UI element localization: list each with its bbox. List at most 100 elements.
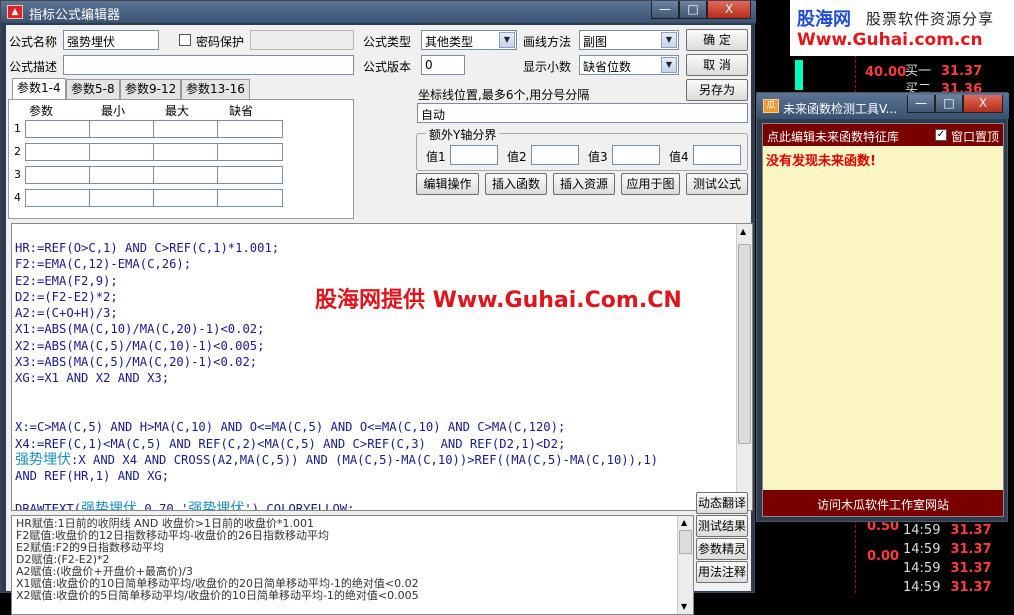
code-line[interactable]: AND REF(HR,1) AND XG; [15,468,658,484]
watermark-url: Www.Guhai.com.cn [797,30,983,50]
param-default-input[interactable] [217,166,283,184]
dynamic-translate-button[interactable]: 动态翻译 [696,492,748,514]
scroll-up-icon[interactable]: ▲ [681,518,687,527]
insert-resource-button[interactable]: 插入资源 [553,173,615,195]
param-row-number: 4 [14,191,21,204]
code-line[interactable] [15,387,658,403]
password-input[interactable] [250,30,354,50]
param-default-input[interactable] [217,120,283,138]
detector-maximize-button[interactable]: □ [935,95,963,113]
apply-to-chart-button[interactable]: 应用于图 [621,173,680,195]
extra-value-label-2: 值2 [507,150,527,164]
edit-operation-button[interactable]: 编辑操作 [416,173,479,195]
code-line[interactable]: F2:=EMA(C,12)-EMA(C,26); [15,256,658,272]
formula-code-editor[interactable]: HR:=REF(O>C,1) AND C>REF(C,1)*1.001; F2:=… [11,223,753,511]
password-label: 密码保护 [196,35,245,49]
formula-version-input[interactable]: 0 [421,55,465,75]
translation-scrollbar[interactable]: ▲ ▼ [677,516,693,614]
tab-params-5-8[interactable]: 参数5-8 [66,79,120,99]
param-min-input[interactable] [89,143,155,161]
param-header-name: 参数 [29,104,54,118]
formula-desc-input[interactable] [63,55,354,75]
scroll-thumb[interactable] [679,530,692,554]
extra-value-input-1[interactable] [450,145,498,165]
param-max-input[interactable] [153,166,219,184]
editor-scrollbar[interactable]: ▲ ▼ [736,224,752,510]
param-min-input[interactable] [89,189,155,207]
quote-row: 0.00 [867,549,899,564]
insert-function-button[interactable]: 插入函数 [485,173,547,195]
param-min-input[interactable] [89,120,155,138]
close-button[interactable]: X [707,1,751,19]
save-as-button[interactable]: 另存为 [686,79,748,101]
code-line[interactable]: X1:=ABS(MA(C,10)/MA(C,20)-1)<0.02; [15,321,658,337]
translation-text: HR赋值:1日前的收阴线 AND 收盘价>1日前的收盘价*1.001 F2赋值:收… [16,518,419,602]
param-header-min: 最小 [101,104,126,118]
code-line[interactable] [15,403,658,419]
param-default-input[interactable] [217,189,283,207]
code-segment: 强势埋伏 [15,451,71,468]
param-name-input[interactable] [25,120,91,138]
usage-notes-button[interactable]: 用法注释 [696,561,748,583]
cancel-button[interactable]: 取 消 [686,54,748,76]
code-line[interactable]: 强势埋伏:X AND X4 AND CROSS(A2,MA(C,5)) AND … [15,452,658,468]
param-default-input[interactable] [217,143,283,161]
formula-name-input[interactable]: 强势埋伏 [63,30,159,50]
password-checkbox[interactable] [179,34,191,46]
window-title: 指标公式编辑器 [29,8,121,23]
detector-title-bar[interactable]: 瓜 未来函数检测工具V... — □ X [757,93,1009,119]
decimal-label: 显示小数 [523,60,572,74]
param-name-input[interactable] [25,189,91,207]
detector-minimize-button[interactable]: — [907,95,935,113]
code-line[interactable]: DRAWTEXT(强势埋伏,0.70,'强势埋伏'),COLORYELLOW; [15,501,658,511]
edit-feature-library-link[interactable]: 点此编辑未来函数特征库 [767,128,899,145]
param-name-input[interactable] [25,143,91,161]
extra-value-input-3[interactable] [612,145,660,165]
ok-button[interactable]: 确 定 [686,29,748,51]
quote-row: 14:59 31.37 [903,561,992,576]
quote-row: 40.00 [865,65,906,80]
test-result-button[interactable]: 测试结果 [696,515,748,537]
param-min-input[interactable] [89,166,155,184]
overlay-watermark: 股海网提供 Www.Guhai.Com.CN [315,288,682,313]
draw-method-select[interactable]: 副图 ▼ [579,30,679,50]
tab-params-9-12[interactable]: 参数9-12 [120,79,182,99]
title-bar[interactable]: ▲ 指标公式编辑器 — □ X [1,1,756,23]
param-max-input[interactable] [153,143,219,161]
extra-value-label-4: 值4 [669,150,689,164]
tab-params-13-16[interactable]: 参数13-16 [181,79,250,99]
code-line[interactable]: X4:=REF(C,1)<MA(C,5) AND REF(C,2)<MA(C,5… [15,436,658,452]
code-segment: X2:=ABS(MA(C,5)/MA(C,10)-1)<0.005; [15,338,265,353]
code-line[interactable] [15,484,658,500]
code-segment: X:=C>MA(C,5) AND H>MA(C,10) AND O<=MA(C,… [15,420,566,435]
formula-version-label: 公式版本 [363,60,412,74]
code-line[interactable]: HR:=REF(O>C,1) AND C>REF(C,1)*1.001; [15,240,658,256]
axis-position-input[interactable]: 自动 [417,103,748,123]
scroll-down-icon[interactable]: ▼ [681,602,687,611]
scroll-thumb[interactable] [738,244,751,444]
code-line[interactable]: X:=C>MA(C,5) AND H>MA(C,10) AND O<=MA(C,… [15,419,658,435]
code-segment: ,0.70,' [137,501,189,511]
formula-type-select[interactable]: 其他类型 ▼ [421,30,517,50]
visit-website-link[interactable]: 访问木瓜软件工作室网站 [763,496,1003,513]
param-name-input[interactable] [25,166,91,184]
extra-value-input-2[interactable] [531,145,579,165]
topmost-checkbox[interactable]: ✓ [935,129,947,141]
detector-result: 没有发现未来函数! [766,154,876,169]
code-line[interactable]: X2:=ABS(MA(C,5)/MA(C,10)-1)<0.005; [15,338,658,354]
param-max-input[interactable] [153,189,219,207]
extra-value-input-4[interactable] [693,145,741,165]
scroll-up-icon[interactable]: ▲ [740,227,746,236]
code-line[interactable]: XG:=X1 AND X2 AND X3; [15,370,658,386]
detector-close-button[interactable]: X [963,95,1003,113]
code-text[interactable]: HR:=REF(O>C,1) AND C>REF(C,1)*1.001; F2:=… [15,240,658,511]
param-max-input[interactable] [153,120,219,138]
test-formula-button[interactable]: 测试公式 [686,173,748,195]
minimize-button[interactable]: — [651,1,679,19]
decimal-select[interactable]: 缺省位数 ▼ [579,55,679,75]
maximize-button[interactable]: □ [679,1,707,19]
code-line[interactable]: X3:=ABS(MA(C,5)/MA(C,20)-1)<0.02; [15,354,658,370]
tab-params-1-4[interactable]: 参数1-4 [12,78,66,100]
param-wizard-button[interactable]: 参数精灵 [696,538,748,560]
param-header-max: 最大 [165,104,190,118]
